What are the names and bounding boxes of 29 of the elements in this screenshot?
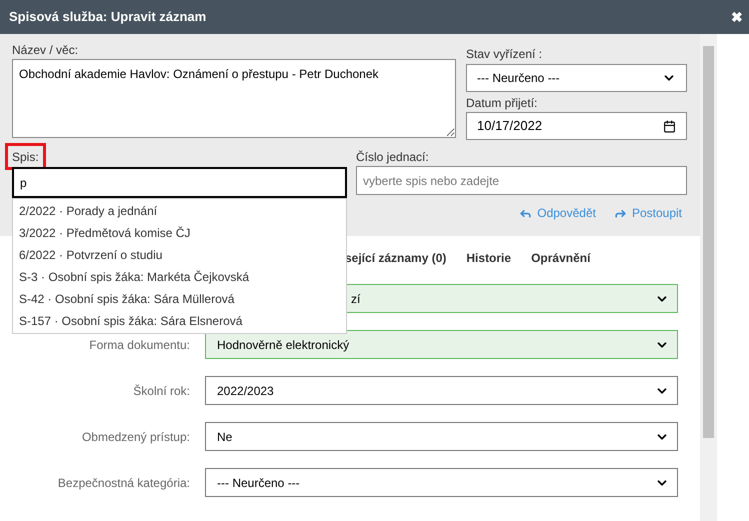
field-label: Stav vyřízení : — [466, 47, 544, 61]
calendar-icon — [663, 120, 676, 132]
close-button[interactable]: ✖ — [731, 10, 743, 24]
field-label: Školní rok: — [133, 382, 190, 400]
field-label: Datum přijetí: — [466, 96, 538, 110]
field-label: Forma dokumentu: — [89, 336, 190, 354]
suggestion-item[interactable]: S-157 · Osobní spis žáka: Sára Elsnerová — [13, 310, 346, 332]
field-label: Bezpečnostná kategória: — [58, 474, 190, 492]
tab[interactable]: Oprávnění — [531, 249, 590, 267]
tab[interactable]: sející záznamy (0) — [345, 249, 446, 267]
suggestion-item[interactable]: 2/2022 · Porady a jednání — [13, 200, 346, 222]
field-label: Obmedzený prístup: — [82, 428, 190, 446]
select-field[interactable]: Ne — [205, 422, 678, 451]
field-label: Číslo jednací: — [356, 150, 430, 164]
scrollbar[interactable] — [700, 34, 717, 521]
reference-number-field[interactable]: vyberte spis nebo zadejte — [356, 166, 687, 195]
window-title: Spisová služba: Upravit záznam — [9, 8, 206, 26]
suggestion-item[interactable]: 3/2022 · Předmětová komise ČJ — [13, 222, 346, 244]
status-select[interactable]: --- Neurčeno --- — [466, 64, 687, 92]
select-field[interactable]: --- Neurčeno --- — [205, 468, 678, 497]
select-field[interactable]: Hodnověrně elektronický — [205, 330, 678, 359]
suggestion-item[interactable]: 6/2022 · Potvrzení o studiu — [13, 244, 346, 266]
field-label: Název / věc: — [12, 43, 80, 57]
select-field[interactable]: 2022/2023 — [205, 376, 678, 405]
scrollbar-thumb[interactable] — [703, 46, 714, 438]
date-field[interactable]: 10/17/2022 — [466, 112, 687, 140]
file-search-field[interactable]: p — [12, 167, 347, 198]
tab[interactable]: Historie — [466, 249, 512, 267]
subject-field[interactable]: Obchodní akademie Havlov: Oznámení o přestupu - Petr Duchonek — [12, 59, 456, 138]
